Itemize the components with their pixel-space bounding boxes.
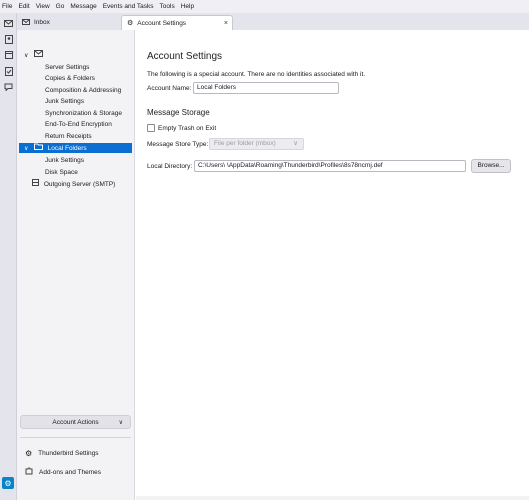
- tree-item-outgoing-server[interactable]: Outgoing Server (SMTP): [32, 179, 115, 189]
- menu-bar: File Edit View Go Message Events and Tas…: [0, 0, 529, 13]
- tree-item-disk-space[interactable]: Disk Space: [45, 168, 78, 178]
- tree-item-label: Outgoing Server (SMTP): [43, 181, 116, 188]
- tree-item-return-receipts[interactable]: Return Receipts: [45, 132, 92, 142]
- tab-account-settings[interactable]: ⚙ Account Settings ×: [121, 15, 233, 30]
- tab-inbox[interactable]: Inbox: [17, 15, 117, 30]
- account-settings-pane: Account Settings The following is a spec…: [136, 30, 529, 500]
- menu-go[interactable]: Go: [56, 3, 65, 10]
- gear-icon[interactable]: ⚙: [2, 477, 14, 489]
- account-name-label: Account Name:: [147, 85, 192, 92]
- tasks-icon[interactable]: [0, 63, 17, 79]
- addons-themes-link[interactable]: Add-ons and Themes: [25, 467, 101, 477]
- chevron-down-icon[interactable]: ∨: [24, 144, 32, 154]
- store-type-select: File per folder (mbox) ∨: [209, 138, 304, 150]
- calendar-icon[interactable]: [0, 47, 17, 63]
- tree-item-composition-addressing[interactable]: Composition & Addressing: [45, 86, 121, 96]
- chat-icon[interactable]: [0, 79, 17, 95]
- folder-icon: [33, 143, 45, 152]
- footer-link-label: Thunderbird Settings: [38, 450, 99, 457]
- account-name-field[interactable]: Local Folders: [193, 82, 339, 94]
- menu-edit[interactable]: Edit: [18, 3, 29, 10]
- tab-bar: Inbox ⚙ Account Settings ×: [17, 13, 529, 30]
- store-type-label: Message Store Type:: [147, 141, 209, 148]
- tab-label: Inbox: [34, 19, 50, 26]
- puzzle-icon: [25, 467, 33, 477]
- browse-button[interactable]: Browse...: [471, 159, 511, 173]
- store-type-value: File per folder (mbox): [214, 140, 276, 147]
- address-book-icon[interactable]: [0, 31, 17, 47]
- menu-file[interactable]: File: [2, 3, 12, 10]
- spaces-toolbar: ⚙: [0, 13, 17, 500]
- tree-item-copies-folders[interactable]: Copies & Folders: [45, 74, 95, 84]
- empty-trash-checkbox[interactable]: [147, 124, 155, 132]
- page-title: Account Settings: [147, 51, 223, 62]
- thunderbird-settings-link[interactable]: ⚙ Thunderbird Settings: [25, 449, 99, 458]
- menu-view[interactable]: View: [36, 3, 50, 10]
- footer-link-label: Add-ons and Themes: [39, 468, 102, 476]
- menu-tools[interactable]: Tools: [160, 3, 175, 10]
- empty-trash-label[interactable]: Empty Trash on Exit: [158, 125, 216, 132]
- mail-icon[interactable]: [0, 15, 17, 31]
- close-icon[interactable]: ×: [224, 20, 228, 27]
- account-root[interactable]: ∨: [24, 50, 43, 60]
- tree-item-local-junk-settings[interactable]: Junk Settings: [45, 156, 84, 166]
- gear-icon: ⚙: [127, 20, 134, 27]
- tree-item-synchronization-storage[interactable]: Synchronization & Storage: [45, 109, 122, 119]
- tree-item-local-folders[interactable]: ∨ Local Folders: [19, 143, 132, 153]
- chevron-down-icon: ∨: [118, 419, 123, 426]
- chevron-down-icon[interactable]: ∨: [24, 51, 32, 61]
- chevron-down-icon: ∨: [293, 140, 298, 147]
- account-actions-label: Account Actions: [52, 418, 99, 426]
- tree-item-server-settings[interactable]: Server Settings: [45, 63, 89, 73]
- menu-help[interactable]: Help: [181, 3, 194, 10]
- tree-item-label: Local Folders: [47, 145, 87, 152]
- message-storage-heading: Message Storage: [147, 108, 210, 117]
- special-account-note: The following is a special account. Ther…: [147, 71, 366, 78]
- tree-item-junk-settings[interactable]: Junk Settings: [45, 97, 84, 107]
- gear-icon: ⚙: [25, 449, 33, 458]
- divider: [20, 437, 131, 438]
- local-directory-field[interactable]: C:\Users\ \AppData\Roaming\Thunderbird\P…: [194, 160, 466, 172]
- account-icon: [33, 50, 43, 59]
- tree-item-end-to-end-encryption[interactable]: End-To-End Encryption: [45, 120, 112, 130]
- account-tree-sidebar: ∨ Server Settings Copies & Folders Compo…: [17, 30, 135, 500]
- local-directory-label: Local Directory:: [147, 163, 193, 170]
- menu-message[interactable]: Message: [70, 3, 96, 10]
- server-icon: [32, 179, 41, 188]
- inbox-icon: [22, 18, 30, 27]
- menu-events-and-tasks[interactable]: Events and Tasks: [103, 3, 154, 10]
- status-bar: [136, 496, 529, 500]
- account-actions-button[interactable]: Account Actions ∨: [20, 415, 131, 429]
- tab-label: Account Settings: [137, 19, 187, 27]
